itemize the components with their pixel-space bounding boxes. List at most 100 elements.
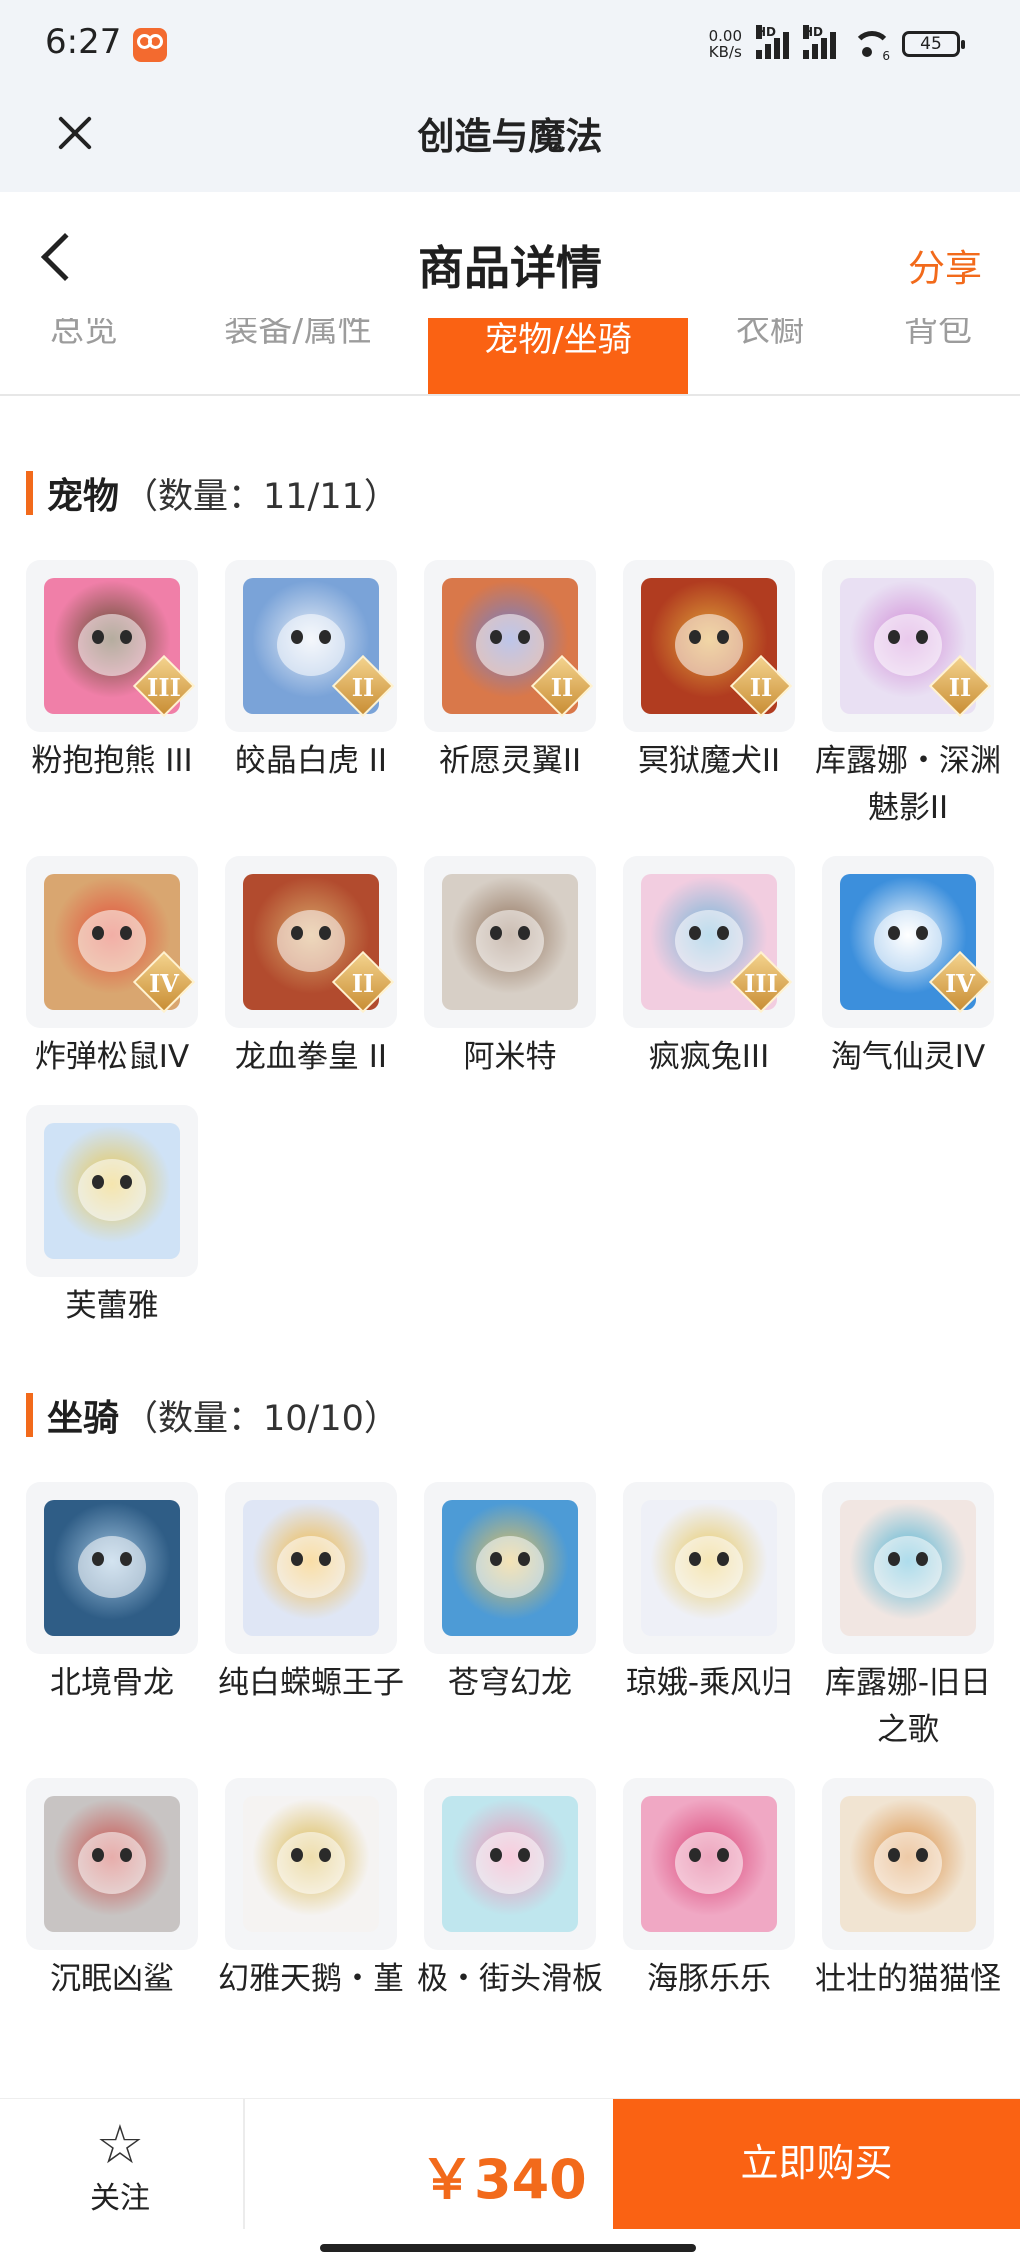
pet-item[interactable]: III 疯疯兔III <box>623 856 795 1081</box>
pet-name: 炸弹松鼠IV <box>34 1039 190 1075</box>
section-marker <box>26 471 33 515</box>
mounts-section-count: （数量：10/10） <box>123 1398 399 1439</box>
pet-artwork <box>442 874 578 1010</box>
divider <box>243 2099 245 2229</box>
pet-item[interactable]: 阿米特 <box>424 856 596 1081</box>
grade-label: IV <box>945 969 975 998</box>
share-button[interactable]: 分享 <box>908 238 982 292</box>
mount-artwork <box>44 1796 180 1932</box>
battery-icon: 45 <box>902 31 965 57</box>
mount-thumbnail <box>26 1778 198 1950</box>
status-bar: 6:27 0.00 KB/s HD HD 6 45 <box>0 0 1020 90</box>
star-icon: ☆ <box>95 2113 145 2176</box>
tab-overview[interactable]: 总览 <box>44 318 124 386</box>
mount-artwork <box>442 1796 578 1932</box>
pet-name: 皎晶白虎 II <box>234 743 388 779</box>
mount-name: 极・街头滑板 <box>417 1961 603 1997</box>
home-indicator <box>320 2244 696 2252</box>
mount-artwork <box>641 1500 777 1636</box>
tab-pets-mounts[interactable]: 宠物/坐骑 <box>428 318 688 394</box>
grade-label: II <box>351 969 375 998</box>
pet-item[interactable]: IV 淘气仙灵IV <box>822 856 994 1081</box>
pet-name: 芙蕾雅 <box>65 1288 159 1324</box>
pet-item[interactable]: IV 炸弹松鼠IV <box>26 856 198 1081</box>
mount-item[interactable]: 苍穹幻龙 <box>424 1482 596 1754</box>
pet-thumbnail <box>26 1105 198 1277</box>
tab-bar: 总览 装备/属性 宠物/坐骑 衣橱 背包 <box>0 318 1020 396</box>
mount-item[interactable]: 纯白蝾螈王子 <box>218 1482 404 1754</box>
mount-name: 苍穹幻龙 <box>448 1665 572 1701</box>
mount-item[interactable]: 海豚乐乐 <box>623 1778 795 2003</box>
mount-thumbnail <box>424 1778 596 1950</box>
grade-label: III <box>147 673 181 702</box>
mount-name: 琼娥-乘风归 <box>625 1665 793 1701</box>
grade-label: III <box>744 969 778 998</box>
wifi-label: 6 <box>882 49 890 63</box>
mount-artwork <box>442 1500 578 1636</box>
price: ￥340 <box>420 2148 587 2211</box>
buy-now-button[interactable]: 立即购买 <box>613 2099 1020 2229</box>
pet-name: 疯疯兔III <box>648 1039 770 1075</box>
bottom-action-bar: ☆ 关注 ￥340 立即购买 <box>0 2098 1020 2229</box>
mount-thumbnail <box>822 1482 994 1654</box>
pet-name: 冥狱魔犬II <box>637 743 781 779</box>
mount-item[interactable]: 沉眠凶鲨 <box>26 1778 198 2003</box>
pet-item[interactable]: 芙蕾雅 <box>26 1105 198 1330</box>
pet-name: 淘气仙灵IV <box>830 1039 986 1075</box>
signal-badge-2: HD <box>803 25 824 39</box>
mounts-section-title: 坐骑 <box>47 1398 120 1439</box>
pet-thumbnail: II <box>424 560 596 732</box>
mount-artwork <box>243 1500 379 1636</box>
pet-thumbnail: II <box>225 560 397 732</box>
pet-thumbnail: II <box>623 560 795 732</box>
app-title: 创造与魔法 <box>417 115 603 158</box>
mount-item[interactable]: 壮壮的猫猫怪 <box>815 1778 1001 2003</box>
mount-name: 纯白蝾螈王子 <box>218 1665 404 1701</box>
mount-artwork <box>641 1796 777 1932</box>
mount-artwork <box>840 1500 976 1636</box>
mount-item[interactable]: 极・街头滑板 <box>417 1778 603 2003</box>
network-speed: 0.00 KB/s <box>709 28 742 60</box>
mount-name: 壮壮的猫猫怪 <box>815 1961 1001 1997</box>
mount-artwork <box>840 1796 976 1932</box>
mounts-grid: 北境骨龙 纯白蝾螈王子 苍穹幻龙 琼娥-乘风归 库露娜-旧日之歌沉眠凶鲨 幻雅天鹅・堇 极・… <box>26 1482 1001 2027</box>
pet-item[interactable]: II 库露娜・深渊魅影II <box>815 560 1001 832</box>
mount-artwork <box>243 1796 379 1932</box>
mount-item[interactable]: 北境骨龙 <box>26 1482 198 1754</box>
grade-label: IV <box>149 969 179 998</box>
mount-item[interactable]: 幻雅天鹅・堇 <box>218 1778 404 2003</box>
mount-item[interactable]: 库露娜-旧日之歌 <box>822 1482 994 1754</box>
mount-thumbnail <box>623 1482 795 1654</box>
tab-backpack[interactable]: 背包 <box>898 318 978 386</box>
mount-thumbnail <box>26 1482 198 1654</box>
grade-label: II <box>948 673 972 702</box>
mounts-section-header: 坐骑 （数量：10/10） <box>26 1390 399 1440</box>
pet-item[interactable]: II 龙血拳皇 II <box>225 856 397 1081</box>
mount-thumbnail <box>822 1778 994 1950</box>
page-header: 商品详情 分享 <box>0 192 1020 322</box>
section-marker <box>26 1393 33 1437</box>
grade-label: II <box>351 673 375 702</box>
pet-thumbnail: III <box>623 856 795 1028</box>
tab-equipment[interactable]: 装备/属性 <box>208 318 388 386</box>
tab-wardrobe[interactable]: 衣橱 <box>730 318 810 386</box>
pets-section-header: 宠物 （数量：11/11） <box>26 468 399 518</box>
follow-label: 关注 <box>90 2181 150 2216</box>
pet-item[interactable]: III 粉抱抱熊 III <box>26 560 198 832</box>
mount-item[interactable]: 琼娥-乘风归 <box>623 1482 795 1754</box>
pet-name: 龙血拳皇 II <box>234 1039 388 1075</box>
pet-item[interactable]: II 皎晶白虎 II <box>225 560 397 832</box>
signal-icon: HD <box>756 25 789 59</box>
pets-section-count: （数量：11/11） <box>123 476 399 517</box>
app-notification-icon <box>133 28 167 62</box>
mount-thumbnail <box>225 1778 397 1950</box>
pet-name: 粉抱抱熊 III <box>31 743 193 779</box>
status-time: 6:27 <box>45 22 122 62</box>
network-speed-unit: KB/s <box>708 43 742 61</box>
mount-thumbnail <box>424 1482 596 1654</box>
pet-thumbnail <box>424 856 596 1028</box>
mount-thumbnail <box>623 1778 795 1950</box>
follow-button[interactable]: ☆ 关注 <box>60 2117 180 2217</box>
pet-item[interactable]: II 祈愿灵翼II <box>424 560 596 832</box>
pet-item[interactable]: II 冥狱魔犬II <box>623 560 795 832</box>
